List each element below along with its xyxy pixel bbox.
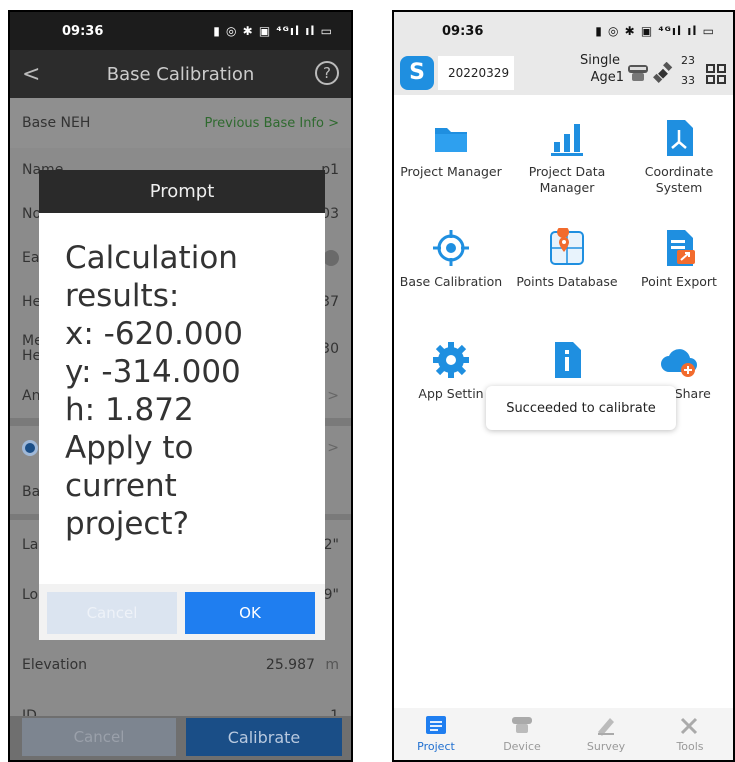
tile-project-data-manager[interactable]: Project Data Manager	[512, 118, 622, 208]
project-icon	[426, 716, 446, 734]
receiver-icon[interactable]	[626, 62, 650, 84]
status-time: 09:36	[62, 23, 104, 39]
antenna-label: An	[22, 388, 41, 404]
nav-label: Survey	[586, 740, 626, 753]
cancel-button[interactable]: Cancel	[22, 718, 176, 756]
toast-message: Succeeded to calibrate	[486, 386, 676, 430]
nav-project[interactable]: Project	[396, 708, 476, 760]
tile-coordinate-system[interactable]: Coordinate System	[624, 118, 733, 208]
back-icon[interactable]: <	[22, 62, 40, 87]
help-icon[interactable]: ?	[315, 61, 339, 85]
tile-project-manager[interactable]: Project Manager	[396, 118, 506, 208]
tile-label: Point Export	[641, 274, 717, 289]
satellites-used: 23	[681, 54, 695, 67]
device-icon	[512, 717, 532, 733]
nav-tools[interactable]: Tools	[650, 708, 730, 760]
chevron-right-icon: >	[327, 388, 339, 404]
bottom-actions: Cancel Calibrate	[10, 716, 351, 760]
tile-label: Coordinate System	[644, 164, 714, 195]
folder-icon	[435, 128, 467, 152]
status-time: 09:36	[442, 23, 484, 39]
cloud-share-icon	[661, 349, 697, 377]
tile-label: Points Database	[516, 274, 618, 289]
radio-selected-icon[interactable]	[22, 440, 38, 456]
elevation-value: 25.987	[265, 657, 315, 673]
elevation-unit: m	[325, 657, 339, 673]
latitude-label: La	[22, 537, 39, 553]
nav-survey[interactable]: Survey	[566, 708, 646, 760]
previous-base-info-link[interactable]: Previous Base Info >	[205, 116, 340, 131]
bar-chart-icon	[551, 124, 583, 156]
east-label: Ea	[22, 250, 40, 266]
project-header: S 20220329 Single Age1 23 33	[394, 50, 733, 95]
tile-point-export[interactable]: Point Export	[624, 228, 733, 318]
coordinate-icon	[667, 120, 693, 156]
map-pin-icon	[550, 228, 584, 265]
nav-label: Device	[503, 740, 541, 753]
dialog-title: Prompt	[39, 170, 325, 213]
dialog-cancel-button[interactable]: Cancel	[47, 592, 177, 634]
nav-label: Project	[417, 740, 455, 753]
status-bar: 09:36 ▮ ◎ ✱ ▣ ⁴ᴳıl ıl ▭	[394, 12, 733, 50]
clear-icon[interactable]	[323, 250, 339, 266]
base-neh-label: Base NEH	[22, 115, 91, 131]
tile-points-database[interactable]: Points Database	[512, 228, 622, 318]
tile-label: Base Calibration	[399, 274, 503, 289]
tile-label: Project Manager	[400, 164, 502, 179]
base-neh-row[interactable]: Base NEH Previous Base Info >	[10, 98, 351, 148]
longitude-value: 9"	[323, 587, 339, 603]
calibrate-button[interactable]: Calibrate	[186, 718, 342, 756]
gear-icon	[433, 342, 469, 378]
project-home-screen: 09:36 ▮ ◎ ✱ ▣ ⁴ᴳıl ıl ▭ S 20220329 Singl…	[392, 10, 735, 762]
info-icon	[555, 342, 581, 378]
elevation-row[interactable]: Elevation 25.987 m	[10, 643, 351, 687]
tile-label: Project Data Manager	[528, 164, 606, 195]
app-bar: < Base Calibration ?	[10, 50, 351, 98]
tools-icon	[680, 717, 698, 735]
survey-icon	[598, 718, 614, 736]
status-icons: ▮ ◎ ✱ ▣ ⁴ᴳıl ıl ▭	[595, 24, 715, 38]
fix-status: Single	[580, 53, 620, 68]
grid-menu-icon[interactable]	[706, 64, 726, 84]
prompt-dialog: Prompt Calculation results: x: -620.000 …	[39, 170, 325, 640]
tile-base-calibration[interactable]: Base Calibration	[396, 228, 506, 318]
nav-label: Tools	[676, 740, 704, 753]
base-calibration-screen: 09:36 ▮ ◎ ✱ ▣ ⁴ᴳıl ıl ▭ < Base Calibrati…	[8, 10, 353, 762]
page-title: Base Calibration	[106, 63, 255, 85]
project-name[interactable]: 20220329	[438, 56, 514, 90]
app-logo-icon[interactable]: S	[400, 56, 434, 90]
chevron-right-icon: >	[327, 440, 339, 456]
base-label: Ba	[22, 484, 41, 500]
status-bar: 09:36 ▮ ◎ ✱ ▣ ⁴ᴳıl ıl ▭	[10, 12, 351, 50]
dialog-actions: Cancel OK	[39, 584, 325, 640]
dialog-ok-button[interactable]: OK	[185, 592, 315, 634]
longitude-label: Lo	[22, 587, 39, 603]
satellites-visible: 33	[681, 74, 695, 87]
export-icon	[667, 230, 695, 266]
crosshair-icon	[433, 230, 469, 266]
elevation-label: Elevation	[22, 657, 88, 673]
latitude-value: 2"	[323, 537, 339, 553]
age-value: Age1	[590, 70, 624, 85]
nav-device[interactable]: Device	[482, 708, 562, 760]
satellite-icon[interactable]	[652, 62, 674, 84]
bottom-nav: Project Device Survey Tools	[394, 708, 733, 760]
status-icons: ▮ ◎ ✱ ▣ ⁴ᴳıl ıl ▭	[213, 24, 333, 38]
dialog-message: Calculation results: x: -620.000 y: -314…	[65, 240, 244, 542]
